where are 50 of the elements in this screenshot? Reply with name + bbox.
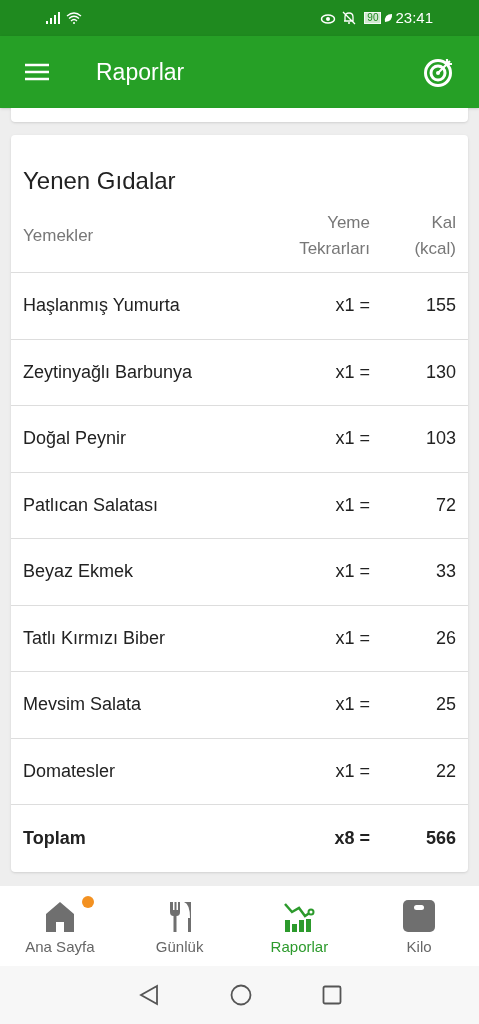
muted-bell-icon <box>342 11 357 25</box>
status-time: 23:41 <box>395 7 433 28</box>
eye-icon <box>320 12 337 24</box>
table-cell-text: 25 <box>434 693 456 717</box>
card-title: Yenen Gıdalar <box>22 166 177 196</box>
nav-tab[interactable]: Raporlar <box>270 936 329 959</box>
total-cell-text: Toplam <box>23 826 87 850</box>
table-cell-text: x1 = <box>334 360 370 384</box>
battery-level: 90 <box>364 12 382 24</box>
column-header: Kal (kcal) <box>413 211 456 260</box>
home-circle-icon[interactable] <box>229 984 252 1006</box>
table-cell-text: Domatesler <box>23 759 117 783</box>
house-icon[interactable] <box>43 900 76 932</box>
table-cell-text: 33 <box>434 560 456 584</box>
signal-icon <box>46 12 62 24</box>
menu-icon[interactable] <box>24 62 50 82</box>
table-cell-text: Haşlanmış Yumurta <box>23 294 181 318</box>
table-cell-text: x1 = <box>334 759 370 783</box>
nav-tab[interactable]: Kilo <box>406 936 432 959</box>
table-cell-text: x1 = <box>334 560 370 584</box>
table-cell-text: Patlıcan Salatası <box>23 493 160 517</box>
recents-icon[interactable] <box>321 985 342 1005</box>
target-icon[interactable] <box>423 56 455 88</box>
total-cell-text: x8 = <box>333 826 370 850</box>
nav-tab[interactable]: Ana Sayfa <box>25 936 95 959</box>
app-bar-title: Raporlar <box>96 57 186 87</box>
nav-tab[interactable]: Günlük <box>155 936 204 959</box>
table-cell-text: Doğal Peynir <box>23 427 128 451</box>
table-cell-text: x1 = <box>334 626 370 650</box>
wifi-icon <box>66 12 82 24</box>
scale-icon[interactable] <box>403 900 436 932</box>
table-cell-text: 103 <box>424 427 456 451</box>
table-cell-text: 26 <box>434 626 456 650</box>
table-cell-text: x1 = <box>334 427 370 451</box>
table-cell-text: Zeytinyağlı Barbunya <box>23 360 194 384</box>
table-cell-text: x1 = <box>334 693 370 717</box>
table-cell-text: Beyaz Ekmek <box>23 560 135 584</box>
leaf-icon <box>384 13 394 23</box>
table-cell-text: 130 <box>424 360 456 384</box>
back-icon[interactable] <box>137 984 160 1006</box>
table-cell-text: Tatlı Kırmızı Biber <box>23 626 167 650</box>
column-header: Yeme Tekrarları <box>298 211 370 260</box>
table-cell-text: x1 = <box>334 294 370 318</box>
total-cell-text: 566 <box>424 826 456 850</box>
table-cell-text: 72 <box>434 493 456 517</box>
table-cell-text: x1 = <box>334 493 370 517</box>
table-cell-text: 155 <box>424 294 456 318</box>
column-header: Yemekler <box>23 224 95 247</box>
table-cell-text: Mevsim Salata <box>23 693 143 717</box>
table-cell-text: 22 <box>434 759 456 783</box>
